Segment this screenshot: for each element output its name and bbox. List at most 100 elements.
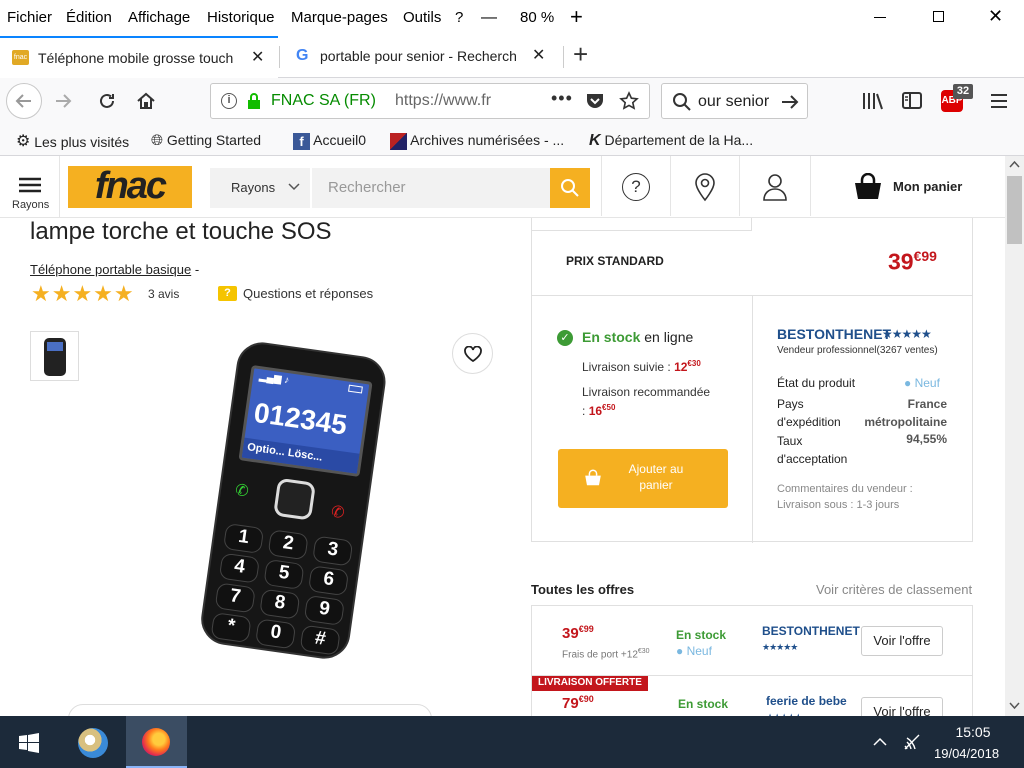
bookmark-star-icon[interactable] [619, 91, 639, 111]
paint-app-icon[interactable] [78, 728, 108, 758]
offer-seller-link[interactable]: BESTONTHENET [762, 624, 860, 638]
cart-button[interactable]: Mon panier [810, 156, 1005, 216]
help-button[interactable]: ? [601, 156, 669, 216]
seller-type: Vendeur professionnel(3267 ventes) [777, 345, 938, 356]
chevron-up-icon[interactable] [873, 737, 887, 747]
offer-seller-link[interactable]: feerie de bebe [766, 694, 847, 708]
buy-box: ✓ En stock en ligne Livraison suivie : 1… [531, 295, 973, 543]
bookmark-departement[interactable]: K Département de la Ha... [589, 132, 753, 150]
bookmark-most-visited[interactable]: ⚙ Les plus visités [16, 132, 129, 152]
menu-help[interactable]: ? [455, 9, 463, 26]
search-input-value[interactable]: our senior [698, 93, 769, 111]
user-icon [763, 174, 787, 201]
tab-title: Téléphone mobile grosse touch [38, 50, 234, 66]
clock-time[interactable]: 15:05 [953, 724, 993, 740]
fnac-logo[interactable]: fnac [68, 166, 192, 208]
search-box[interactable]: our senior [661, 83, 808, 119]
menu-historique[interactable]: Historique [207, 9, 275, 26]
menu-fichier[interactable]: Fichier [7, 9, 52, 26]
product-image[interactable]: ▂▄▆ ♪ 012345 Optio... Lösc... ✆ ✆ 1 2 3 … [177, 336, 408, 669]
page-scrollbar[interactable] [1005, 156, 1024, 716]
minimize-window-icon[interactable] [874, 17, 886, 18]
windows-start-icon[interactable] [19, 733, 39, 753]
rating-stars[interactable]: ★★★★★ [31, 281, 135, 307]
questions-answers-link[interactable]: Questions et réponses [243, 286, 373, 301]
bookmark-getting-started[interactable]: 🌐︎ Getting Started [151, 132, 261, 149]
phone-key-7: 7 [214, 582, 256, 614]
ranking-criteria-link[interactable]: Voir critères de classement [816, 582, 972, 597]
rayons-dropdown-label: Rayons [231, 180, 276, 195]
delivery-tracked-price: 12€30 [674, 359, 701, 374]
store-locator-button[interactable] [670, 156, 738, 216]
zoom-in-button[interactable]: + [570, 4, 583, 30]
restore-window-icon[interactable] [933, 11, 944, 22]
close-window-icon[interactable]: ✕ [988, 6, 1003, 27]
view-offer-button[interactable]: Voir l'offre [861, 626, 943, 656]
shopping-bag-icon [585, 469, 601, 486]
phone-key-8: 8 [259, 588, 301, 620]
delivery-tracked-label: Livraison suivie : [582, 360, 671, 374]
zoom-out-button[interactable]: — [481, 9, 497, 27]
product-actions-bar[interactable] [68, 704, 432, 716]
offer-stock: En stock [676, 628, 727, 642]
url-bar[interactable]: i FNAC SA (FR) https://www.fr ••• [210, 83, 650, 119]
sidebar-icon[interactable] [901, 91, 923, 111]
new-tab-button[interactable]: + [573, 39, 588, 70]
url-text[interactable]: https://www.fr [395, 92, 505, 110]
scroll-up-icon[interactable] [1009, 160, 1020, 168]
firefox-taskbar-button[interactable] [126, 716, 187, 768]
menu-edition[interactable]: Édition [66, 9, 112, 26]
tab-fnac[interactable]: fnac Téléphone mobile grosse touch ✕ [0, 36, 278, 78]
product-thumbnail[interactable] [30, 331, 79, 381]
close-tab-icon[interactable]: ✕ [532, 45, 545, 65]
google-favicon-icon: G [296, 47, 309, 64]
home-button[interactable] [134, 89, 158, 118]
tab-google[interactable]: G portable pour senior - Recherch ✕ [280, 36, 562, 78]
adblock-count-badge: 32 [953, 84, 973, 99]
info-icon[interactable]: i [221, 93, 237, 109]
search-go-arrow-icon[interactable] [780, 93, 800, 111]
bookmark-label: Les plus visités [34, 134, 130, 150]
location-pin-icon [695, 173, 715, 202]
view-offer-button[interactable]: Voir l'offre [861, 697, 943, 716]
price-tab-edge [532, 218, 752, 231]
search-icon [673, 93, 691, 111]
offer-row: 39€99 Frais de port +12€30 En stock ● Ne… [531, 605, 973, 676]
menu-outils[interactable]: Outils [403, 9, 441, 26]
battery-icon [348, 384, 363, 394]
rayons-menu-button[interactable]: Rayons [0, 156, 60, 218]
wishlist-button[interactable] [452, 333, 493, 374]
scrollbar-thumb[interactable] [1007, 176, 1022, 244]
library-icon[interactable] [861, 91, 883, 111]
hamburger-menu-icon[interactable] [990, 92, 1008, 110]
forward-button[interactable] [52, 89, 76, 118]
reload-button[interactable] [95, 89, 119, 118]
account-button[interactable] [739, 156, 809, 216]
site-search-input[interactable]: Rechercher [312, 168, 550, 208]
zoom-level[interactable]: 80 % [520, 9, 554, 26]
product-category-link[interactable]: Téléphone portable basique [30, 262, 191, 277]
menu-marque-pages[interactable]: Marque-pages [291, 9, 388, 26]
pocket-icon[interactable] [585, 92, 605, 110]
site-search-button[interactable] [550, 168, 590, 208]
bookmark-accueil[interactable]: f Accueil0 [293, 132, 366, 150]
review-count-link[interactable]: 3 avis [148, 287, 179, 301]
seller-sales: (3267 ventes) [876, 345, 938, 356]
seller-name-link[interactable]: BESTONTHENET [777, 326, 891, 342]
page-actions-icon[interactable]: ••• [551, 88, 573, 109]
scroll-down-icon[interactable] [1009, 702, 1020, 710]
add-to-cart-button[interactable]: Ajouter au panier [558, 449, 728, 508]
menu-affichage[interactable]: Affichage [128, 9, 190, 26]
clock-date[interactable]: 19/04/2018 [934, 746, 999, 761]
close-tab-icon[interactable]: ✕ [251, 47, 264, 67]
phone-key-hash: # [299, 624, 341, 656]
navigation-bar: i FNAC SA (FR) https://www.fr ••• our se… [0, 78, 1024, 124]
question-bubble-icon: ? [218, 286, 237, 301]
rayons-dropdown[interactable]: Rayons [210, 168, 310, 208]
cart-label: Mon panier [893, 179, 963, 194]
back-button[interactable] [6, 83, 42, 119]
delivery-recommended: : 16€50 [582, 403, 615, 418]
bookmark-archives[interactable]: Archives numérisées - ... [390, 132, 564, 150]
network-icon[interactable] [903, 733, 921, 751]
bookmark-label: Accueil0 [313, 132, 367, 148]
